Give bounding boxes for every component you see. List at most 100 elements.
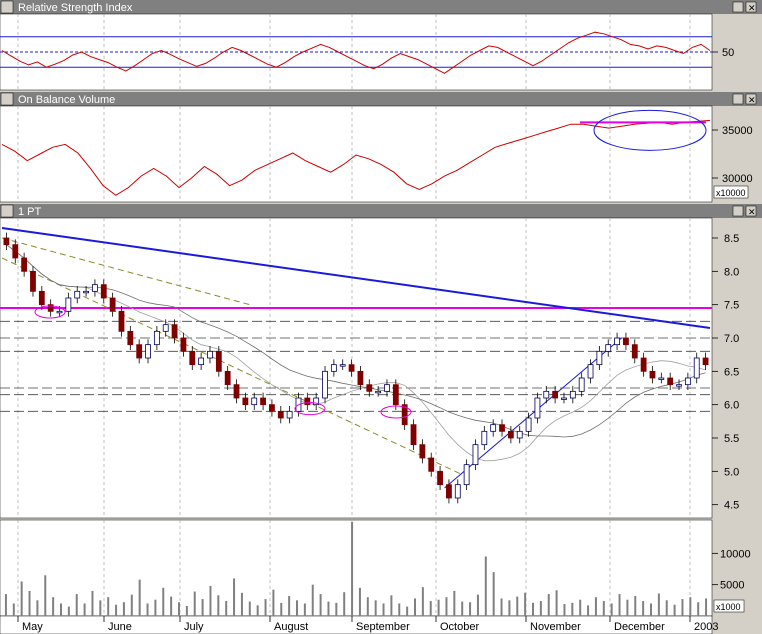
volume-panel: x1000	[0, 519, 745, 617]
price-candle	[260, 397, 266, 406]
price-candle	[277, 410, 284, 419]
price-candle	[384, 384, 390, 392]
x-tick-label: September	[356, 621, 410, 633]
chart-window: Relative Strength Index ✕ On Balance Vol…	[0, 0, 762, 634]
price-candle	[587, 364, 594, 379]
price-candle	[454, 484, 461, 499]
price-candle	[543, 390, 550, 399]
panel-icon[interactable]	[0, 92, 14, 106]
price-candle	[410, 424, 417, 446]
price-candle	[127, 330, 134, 346]
price-candle	[207, 350, 213, 359]
price-candle	[322, 370, 328, 399]
price-candle	[339, 364, 346, 367]
price-candle	[153, 330, 160, 346]
price-candle	[578, 377, 585, 392]
obv-unit: x10000	[716, 188, 746, 198]
price-candle	[92, 284, 98, 292]
price-candle	[561, 397, 567, 400]
price-candle	[525, 417, 532, 432]
price-candle	[507, 430, 514, 439]
volume-y-tick-label: 5000	[720, 580, 744, 592]
price-candle	[242, 397, 249, 406]
price-y-tick-label: 6.0	[724, 400, 739, 412]
price-candle	[65, 297, 72, 312]
price-title: 1 PT	[18, 206, 42, 218]
price-candle	[693, 357, 700, 379]
obv-maximize-button[interactable]	[732, 93, 744, 105]
price-y-tick-label: 7.0	[724, 333, 739, 345]
price-candle	[499, 424, 505, 432]
price-candle	[481, 430, 488, 446]
price-candle	[21, 257, 28, 272]
price-candle	[74, 290, 81, 299]
price-candle	[286, 410, 293, 419]
volume-y-tick-label: 10000	[720, 548, 751, 560]
price-candle	[3, 237, 10, 246]
price-candle	[215, 350, 222, 372]
price-candle	[251, 397, 258, 406]
x-tick-label: November	[530, 621, 581, 633]
price-candle	[224, 370, 231, 386]
volume-unit: x1000	[716, 602, 741, 612]
price-candle	[649, 370, 656, 379]
x-tick-label: June	[108, 621, 132, 633]
price-candle	[490, 424, 497, 432]
x-tick-label: August	[274, 621, 308, 633]
x-tick-label: July	[184, 621, 204, 633]
price-candle	[375, 390, 382, 394]
panel-icon[interactable]	[0, 204, 14, 218]
price-plot-area	[0, 217, 713, 519]
price-candle	[631, 344, 638, 359]
obv-y-tick-label: 30000	[722, 173, 753, 185]
rsi-panel: Relative Strength Index ✕	[0, 0, 762, 91]
price-candle	[472, 444, 479, 466]
obv-title: On Balance Volume	[18, 94, 115, 106]
x-tick-label: December	[614, 621, 665, 633]
price-y-tick-label: 6.5	[724, 366, 739, 378]
x-tick-label: 2003	[694, 621, 718, 633]
volume-plot-area	[0, 519, 713, 617]
price-candle	[83, 290, 89, 294]
obv-panel: On Balance Volume ✕ x10000	[0, 92, 762, 203]
price-candle	[330, 364, 337, 372]
price-y-tick-label: 5.0	[724, 466, 739, 478]
x-tick-label: October	[440, 621, 479, 633]
price-candle	[658, 377, 665, 380]
price-panel: 1 PT ✕	[0, 204, 762, 519]
price-candle	[171, 324, 178, 339]
price-candle	[118, 310, 125, 332]
price-candle	[233, 384, 240, 399]
price-candle	[198, 357, 205, 366]
price-candle	[348, 364, 355, 372]
price-candle	[145, 344, 151, 359]
price-candle	[676, 384, 682, 387]
price-title-bar	[0, 204, 762, 218]
price-maximize-button[interactable]	[732, 205, 744, 217]
price-candle	[189, 350, 196, 366]
price-candle	[437, 470, 443, 486]
price-candle	[569, 390, 576, 399]
price-candle	[605, 344, 612, 352]
panel-icon[interactable]	[0, 0, 14, 14]
price-candle	[180, 337, 187, 352]
price-candle	[684, 377, 691, 386]
price-candle	[596, 350, 603, 366]
price-candle	[357, 370, 364, 386]
price-candle	[269, 404, 275, 412]
price-candle	[162, 324, 169, 332]
price-candle	[640, 357, 647, 372]
price-candle	[667, 377, 674, 386]
rsi-maximize-button[interactable]	[732, 1, 744, 13]
price-candle	[552, 390, 559, 399]
price-y-tick-label: 5.5	[724, 433, 739, 445]
price-candle	[623, 337, 629, 346]
rsi-y-tick-label: 50	[722, 47, 734, 59]
price-candle	[30, 270, 36, 292]
rsi-title: Relative Strength Index	[18, 2, 133, 14]
price-candle	[702, 357, 709, 366]
price-candle	[109, 297, 116, 312]
price-y-tick-label: 8.0	[724, 266, 739, 278]
price-candle	[428, 457, 435, 472]
x-tick-label: May	[22, 621, 43, 633]
